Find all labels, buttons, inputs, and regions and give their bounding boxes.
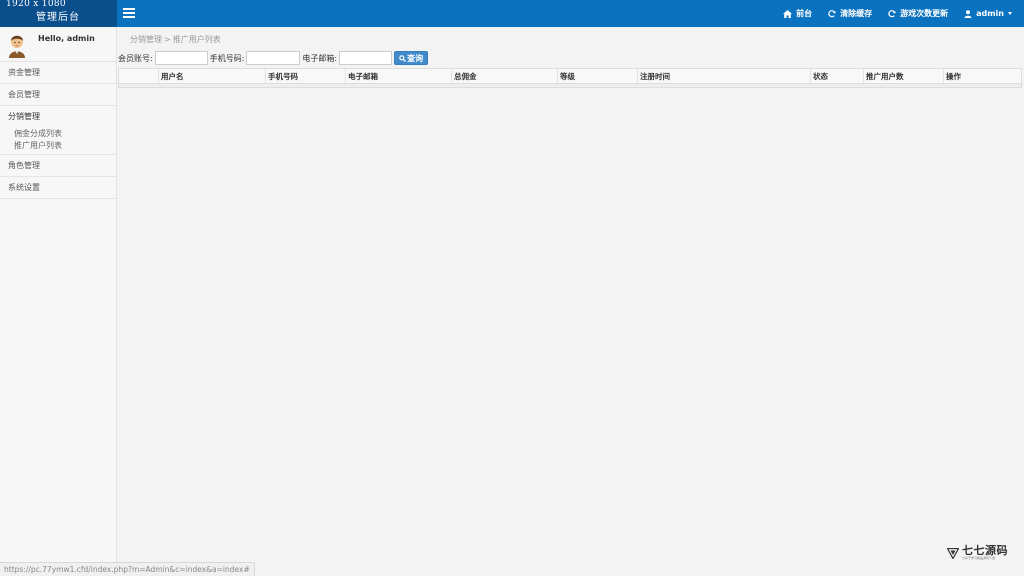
column-header-level: 等级 (558, 69, 638, 83)
column-header-commission: 总佣金 (452, 69, 558, 83)
breadcrumb-current: 推广用户列表 (172, 35, 221, 44)
clear-cache-link[interactable]: 清除缓存 (828, 8, 872, 19)
sidebar-item-settings[interactable]: 系统设置 (0, 177, 116, 199)
email-label: 电子邮箱: (302, 53, 338, 63)
user-menu[interactable]: admin (964, 9, 1012, 18)
phone-input[interactable] (246, 51, 301, 65)
watermark-title: 七七源码 (962, 544, 1008, 557)
top-navbar: 1920 x 1080 管理后台 前台 清除缓存 游戏次数更新 admin (0, 0, 1024, 27)
sidebar-subitem-commission-list[interactable]: 佣金分成列表 (0, 128, 116, 140)
column-header-status: 状态 (811, 69, 864, 83)
sidebar-item-label: 系统设置 (8, 183, 40, 192)
sidebar-group-distribution: 分销管理 佣金分成列表 推广用户列表 (0, 106, 116, 155)
game-update-label: 游戏次数更新 (900, 9, 949, 18)
game-update-link[interactable]: 游戏次数更新 (888, 8, 948, 19)
sidebar-item-distribution[interactable]: 分销管理 (0, 106, 116, 128)
sidebar: Hello, admin 资金管理 会员管理 分销管理 佣金分成列表 推广用户列… (0, 27, 117, 576)
sidebar-item-label: 资金管理 (8, 68, 40, 77)
brand-logo[interactable]: 1920 x 1080 管理后台 (0, 0, 117, 27)
column-header-username: 用户名 (159, 69, 266, 83)
sidebar-subitem-label: 佣金分成列表 (14, 129, 62, 138)
home-link[interactable]: 前台 (783, 8, 812, 19)
sidebar-item-roles[interactable]: 角色管理 (0, 155, 116, 177)
sidebar-item-label: 分销管理 (8, 112, 40, 121)
user-menu-label: admin (976, 9, 1004, 18)
table-header: 用户名 手机号码 电子邮箱 总佣金 等级 注册时间 状态 推广用户数 操作 (119, 69, 1021, 84)
triangle-logo-icon (947, 547, 959, 559)
phone-label: 手机号码: (209, 53, 245, 63)
account-label: 会员账号: (118, 53, 153, 63)
clear-cache-label: 清除缓存 (840, 9, 873, 18)
search-filter-bar: 会员账号: 手机号码: 电子邮箱: 查询 (118, 50, 1024, 66)
sidebar-subitem-promoted-users[interactable]: 推广用户列表 (0, 140, 116, 152)
refresh-icon (828, 9, 836, 17)
sidebar-item-funds[interactable]: 资金管理 (0, 62, 116, 84)
avatar (9, 35, 25, 58)
browser-status-url: https://pc.77ymw1.cfd/index.php?m=Admin&… (0, 562, 255, 576)
search-button-label: 查询 (407, 53, 424, 63)
breadcrumb: 分销管理 > 推广用户列表 (130, 34, 221, 45)
user-icon (964, 9, 972, 18)
account-input[interactable] (154, 51, 208, 65)
sidebar-item-label: 角色管理 (8, 161, 40, 170)
column-header-register-time: 注册时间 (638, 69, 811, 83)
search-button[interactable]: 查询 (394, 51, 429, 65)
email-input[interactable] (339, 51, 393, 65)
top-nav-links: 前台 清除缓存 游戏次数更新 admin (767, 0, 1012, 27)
greeting-text: Hello, admin (38, 34, 95, 43)
breadcrumb-parent[interactable]: 分销管理 (130, 35, 162, 44)
column-header-checkbox (119, 69, 159, 83)
sidebar-item-members[interactable]: 会员管理 (0, 84, 116, 106)
column-header-email: 电子邮箱 (346, 69, 452, 83)
column-header-promoted-count: 推广用户数 (864, 69, 944, 83)
watermark-text: 七七源码 分享于学习精品源码下载 (962, 545, 1008, 561)
breadcrumb-separator: > (164, 35, 171, 44)
sidebar-subitem-label: 推广用户列表 (14, 141, 62, 150)
home-icon (783, 9, 793, 18)
watermark-logo: 七七源码 分享于学习精品源码下载 (947, 545, 1008, 561)
sidebar-item-label: 会员管理 (8, 90, 40, 99)
home-link-label: 前台 (796, 9, 813, 18)
chevron-down-icon (1008, 12, 1012, 15)
user-panel: Hello, admin (0, 27, 116, 62)
column-header-phone: 手机号码 (266, 69, 346, 83)
column-header-actions: 操作 (946, 72, 961, 81)
promoted-users-table: 用户名 手机号码 电子邮箱 总佣金 等级 注册时间 状态 推广用户数 操作 (118, 68, 1022, 88)
search-icon (399, 54, 407, 62)
menu-toggle-icon[interactable] (123, 8, 135, 18)
brand-name: 管理后台 (36, 12, 80, 23)
refresh-icon (888, 9, 896, 17)
table-body (119, 84, 1021, 87)
